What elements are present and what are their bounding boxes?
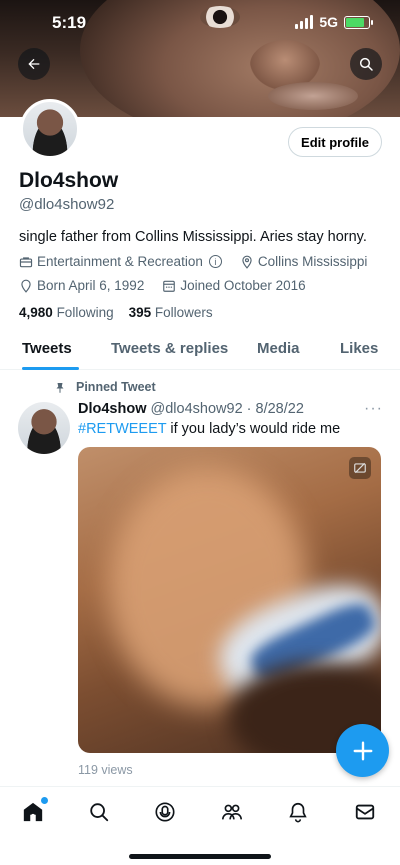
active-tab-indicator <box>22 367 79 370</box>
profile-dates-row: Born April 6, 1992 Joined October 2016 <box>19 278 306 293</box>
banner-photo-lips <box>268 82 358 110</box>
profile-avatar[interactable] <box>20 99 80 159</box>
followers-link[interactable]: 395 Followers <box>129 305 213 320</box>
profile-joined: Joined October 2016 <box>180 278 306 293</box>
tweet-text: #RETWEEET if you lady’s would ride me <box>78 421 340 437</box>
spaces-icon <box>155 802 175 822</box>
profile-location: Collins Mississippi <box>257 254 368 269</box>
followers-label: Followers <box>154 305 213 320</box>
profile-name: Dlo4show <box>19 169 119 192</box>
home-indicator <box>129 854 271 859</box>
following-count: 4,980 <box>19 305 53 320</box>
tab-tweets[interactable]: Tweets <box>22 340 72 357</box>
nav-search[interactable] <box>86 799 112 825</box>
back-button[interactable] <box>18 48 50 80</box>
profile-bio: single father from Collins Mississippi. … <box>19 229 367 245</box>
tab-media[interactable]: Media <box>257 340 300 357</box>
tweet-author-avatar[interactable] <box>18 402 70 454</box>
profile-meta-row: Entertainment & Recreation i Collins Mis… <box>19 254 367 269</box>
calendar-icon <box>162 279 176 293</box>
followers-count: 395 <box>128 305 152 320</box>
balloon-icon <box>19 279 33 293</box>
tweet-header: Dlo4show @dlo4show92 · 8/28/22 <box>78 401 304 417</box>
home-icon <box>23 802 43 822</box>
profile-birthday: Born April 6, 1992 <box>37 278 145 293</box>
following-label: Following <box>56 305 114 320</box>
tweet-views: 119 views <box>78 763 133 777</box>
profile-tabs: Tweets Tweets & replies Media Likes <box>0 333 400 370</box>
tweet-hashtag[interactable]: #RETWEEET <box>78 421 166 437</box>
nav-home[interactable] <box>20 797 48 825</box>
battery-icon <box>344 15 373 29</box>
tab-tweets-replies[interactable]: Tweets & replies <box>111 340 228 357</box>
nav-spaces[interactable] <box>152 799 178 825</box>
status-indicators: 5G <box>295 14 373 30</box>
pinned-label: Pinned Tweet <box>76 380 156 394</box>
info-icon[interactable]: i <box>208 255 222 268</box>
search-icon <box>359 57 373 71</box>
media-warning-icon[interactable] <box>349 457 371 479</box>
following-link[interactable]: 4,980 Following <box>19 305 114 320</box>
communities-icon <box>222 804 242 820</box>
bottom-navigation <box>0 786 400 865</box>
tab-likes[interactable]: Likes <box>340 340 378 357</box>
plus-icon <box>353 741 372 760</box>
notifications-icon <box>289 802 307 823</box>
tweet-author-name[interactable]: Dlo4show <box>78 401 146 417</box>
messages-icon <box>355 804 375 820</box>
location-pin-icon <box>240 255 254 269</box>
tweet-author-meta: @dlo4show92 · 8/28/22 <box>150 401 304 417</box>
edit-profile-button[interactable]: Edit profile <box>288 127 382 157</box>
nav-communities[interactable] <box>219 799 245 825</box>
battery-level <box>346 17 364 27</box>
arrow-left-icon <box>28 58 40 70</box>
tweet-body: if you lady’s would ride me <box>166 421 341 437</box>
signal-icon <box>295 15 314 29</box>
pinned-indicator: Pinned Tweet <box>54 380 156 394</box>
follow-stats: 4,980 Following 395 Followers <box>19 305 213 320</box>
tweet-more-button[interactable]: ··· <box>364 400 383 418</box>
pin-icon <box>56 382 64 393</box>
briefcase-icon <box>19 255 33 269</box>
home-notification-dot <box>41 797 48 804</box>
search-icon <box>90 803 109 822</box>
nav-messages[interactable] <box>352 799 378 825</box>
status-time: 5:19 <box>52 13 87 32</box>
status-bar: 5:19 5G <box>0 0 400 46</box>
network-label: 5G <box>319 14 338 30</box>
tweet-media[interactable] <box>78 447 381 753</box>
profile-handle: @dlo4show92 <box>19 196 115 213</box>
search-button[interactable] <box>350 48 382 80</box>
compose-tweet-button[interactable] <box>336 724 389 777</box>
nav-notifications[interactable] <box>285 799 311 825</box>
profile-category[interactable]: Entertainment & Recreation <box>37 254 203 269</box>
